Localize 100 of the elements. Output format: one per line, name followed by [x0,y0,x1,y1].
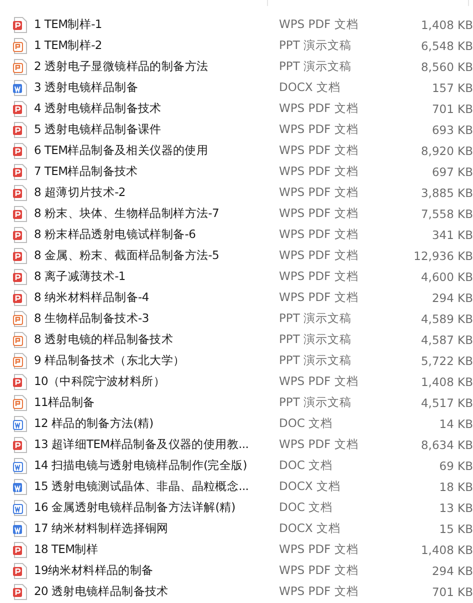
file-name[interactable]: 8 金属、粉末、截面样品制备方法-5 [34,248,274,263]
file-name[interactable]: 9 样品制备技术（东北大学） [34,353,274,368]
pdf-file-icon [13,184,27,200]
file-size: 5,722 KB [420,354,473,368]
file-name[interactable]: 8 纳米材料样品制备-4 [34,290,274,305]
file-size: 15 KB [438,522,473,536]
file-type: DOC 文档 [279,416,334,431]
file-name[interactable]: 8 粉末、块体、生物样品制样方法-7 [34,206,274,221]
file-size: 4,517 KB [420,396,473,410]
file-type: PPT 演示文稿 [279,38,353,53]
word-file-icon [13,500,27,516]
pdf-file-icon [13,584,27,600]
word-file-icon [13,520,27,536]
pdf-file-icon [13,206,27,222]
file-type: WPS PDF 文档 [279,17,360,32]
presentation-file-icon [13,58,27,74]
file-size: 8,920 KB [420,144,473,158]
file-name[interactable]: 8 粉末样品透射电镜试样制备-6 [34,227,274,242]
file-size: 8,560 KB [420,60,473,74]
file-size: 701 KB [430,102,473,116]
file-size: 157 KB [430,80,473,94]
file-type: DOC 文档 [279,500,334,515]
file-name[interactable]: 7 TEM样品制备技术 [34,164,274,179]
file-name[interactable]: 14 扫描电镜与透射电镜样品制作(完全版) [34,458,274,473]
file-size: 3,885 KB [420,186,473,200]
file-name[interactable]: 8 离子减薄技术-1 [34,269,274,284]
file-size: 13 KB [438,500,473,514]
pdf-file-icon [13,542,27,558]
presentation-file-icon [13,332,27,348]
file-type: WPS PDF 文档 [279,143,360,158]
file-type: DOCX 文档 [279,479,342,494]
file-type: WPS PDF 文档 [279,437,360,452]
file-name[interactable]: 12 样品的制备方法(精) [34,416,274,431]
word-file-icon [13,478,27,494]
file-size: 701 KB [430,584,473,598]
file-type: WPS PDF 文档 [279,164,360,179]
file-type: PPT 演示文稿 [279,311,353,326]
file-name[interactable]: 13 超详细TEM样品制备及仪器的使用教... [34,437,274,452]
file-name[interactable]: 18 TEM制样 [34,542,274,557]
file-size: 69 KB [438,458,473,472]
file-type: WPS PDF 文档 [279,269,360,284]
file-name[interactable]: 2 透射电子显微镜样品的制备方法 [34,59,274,74]
file-name[interactable]: 15 透射电镜测试晶体、非晶、晶粒概念... [34,479,274,494]
file-size: 4,587 KB [420,332,473,346]
file-type: DOCX 文档 [279,521,342,536]
file-name[interactable]: 17 纳米材料制样选择铜网 [34,521,274,536]
file-type: WPS PDF 文档 [279,542,360,557]
pdf-file-icon [13,562,27,578]
file-type: WPS PDF 文档 [279,584,360,599]
pdf-file-icon [13,436,27,452]
file-size: 4,600 KB [420,270,473,284]
file-size: 1,408 KB [420,18,473,32]
file-type: WPS PDF 文档 [279,101,360,116]
file-size: 18 KB [438,480,473,494]
file-size: 6,548 KB [420,38,473,52]
file-name[interactable]: 16 金属透射电镜样品制备方法详解(精) [34,500,274,515]
file-name[interactable]: 10（中科院宁波材料所） [34,374,274,389]
file-size: 14 KB [438,416,473,430]
file-size: 7,558 KB [420,206,473,220]
file-size: 697 KB [430,164,473,178]
file-name[interactable]: 8 透射电镜的样品制备技术 [34,332,274,347]
file-name[interactable]: 8 生物样品制备技术-3 [34,311,274,326]
pdf-file-icon [13,374,27,390]
file-type: WPS PDF 文档 [279,563,360,578]
file-name[interactable]: 5 透射电镜样品制备课件 [34,122,274,137]
file-type: PPT 演示文稿 [279,332,353,347]
presentation-file-icon [13,394,27,410]
pdf-file-icon [13,142,27,158]
file-name[interactable]: 20 透射电镜样品制备技术 [34,584,274,599]
file-size: 294 KB [430,290,473,304]
file-name[interactable]: 11样品制备 [34,395,274,410]
file-name[interactable]: 4 透射电镜样品制备技术 [34,101,274,116]
file-name[interactable]: 3 透射电镜样品制备 [34,80,274,95]
file-size: 693 KB [430,122,473,136]
presentation-file-icon [13,310,27,326]
file-type: WPS PDF 文档 [279,227,360,242]
presentation-file-icon [13,352,27,368]
file-type: WPS PDF 文档 [279,248,360,263]
pdf-file-icon [13,100,27,116]
file-size: 341 KB [430,228,473,242]
word-file-icon [13,458,27,474]
pdf-file-icon [13,164,27,180]
word-file-icon [13,416,27,432]
file-name[interactable]: 1 TEM制样-2 [34,38,274,53]
file-size: 4,589 KB [420,312,473,326]
file-size: 12,936 KB [412,248,473,262]
file-type: WPS PDF 文档 [279,374,360,389]
file-size: 8,634 KB [420,438,473,452]
file-name[interactable]: 8 超薄切片技术-2 [34,185,274,200]
file-type: PPT 演示文稿 [279,59,353,74]
file-type: PPT 演示文稿 [279,395,353,410]
pdf-file-icon [13,248,27,264]
file-type: WPS PDF 文档 [279,185,360,200]
file-name[interactable]: 1 TEM制样-1 [34,17,274,32]
word-file-icon [13,80,27,96]
file-size: 1,408 KB [420,542,473,556]
file-type: PPT 演示文稿 [279,353,353,368]
pdf-file-icon [13,290,27,306]
file-name[interactable]: 6 TEM样品制备及相关仪器的使用 [34,143,274,158]
file-name[interactable]: 19纳米材料样品的制备 [34,563,274,578]
